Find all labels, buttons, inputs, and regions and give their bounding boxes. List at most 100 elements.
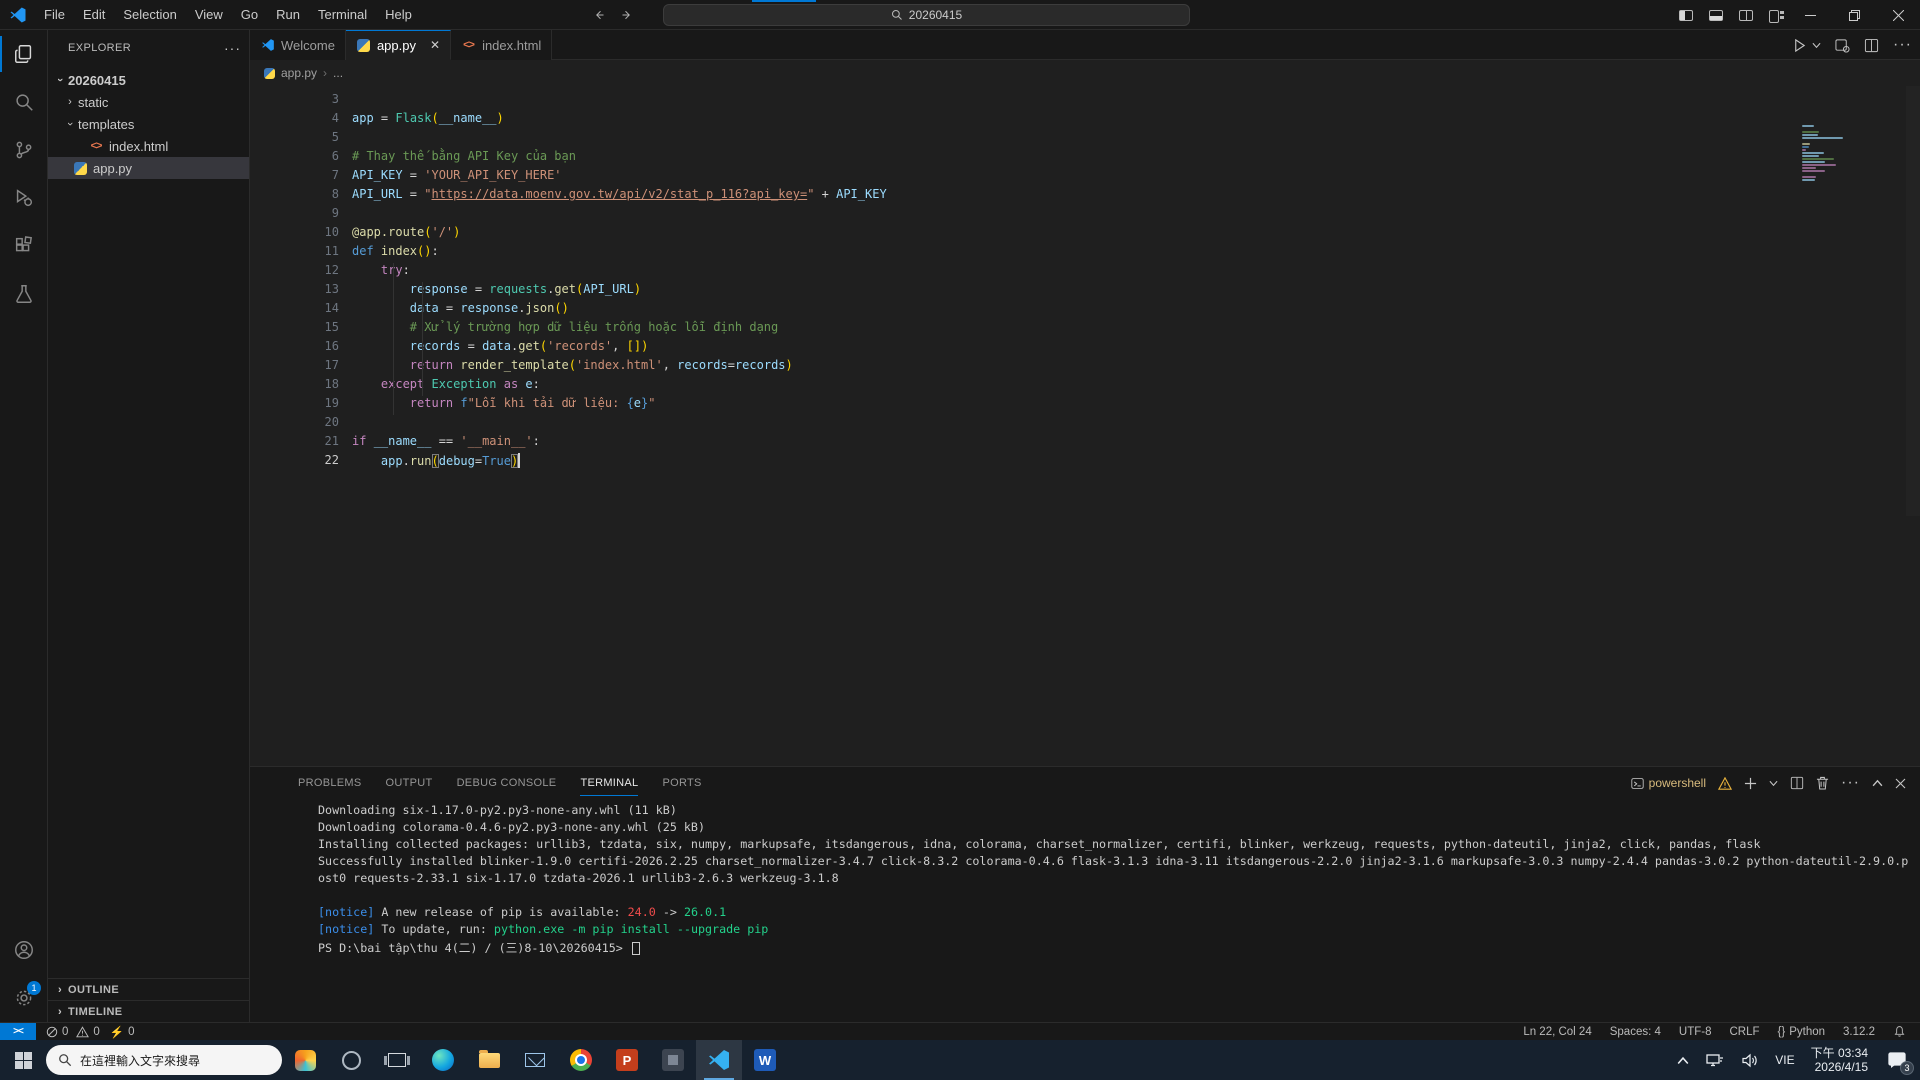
indentation-setting[interactable]: Spaces: 4 [1610,1026,1661,1038]
close-tab-icon[interactable]: ✕ [430,38,440,52]
code-line-12[interactable]: 12 try: [250,263,1920,282]
tree-item-templates[interactable]: › templates [48,113,249,135]
timeline-section[interactable]: › TIMELINE [48,1000,249,1022]
tab-app-py[interactable]: app.py ✕ [345,30,452,60]
panel-more-actions-icon[interactable]: ··· [1841,774,1860,792]
action-center-button[interactable]: 3 [1884,1047,1914,1075]
taskbar-search-input[interactable]: 在這裡輸入文字來搜尋 [46,1045,282,1075]
account-icon[interactable] [0,926,48,974]
panel-tab-debug-console[interactable]: DEBUG CONSOLE [457,771,557,795]
menu-file[interactable]: File [35,0,74,30]
ports-indicator[interactable]: ⚡ 0 [110,1025,135,1039]
maximize-panel-icon[interactable] [1872,779,1883,787]
tree-item-static[interactable]: › static [48,91,249,113]
menu-terminal[interactable]: Terminal [309,0,376,30]
toggle-secondary-sidebar-icon[interactable] [1739,9,1753,21]
tab-welcome[interactable]: Welcome [250,30,346,60]
command-center-search[interactable]: 20260415 [663,4,1190,26]
editor-scrollbar[interactable] [1906,86,1920,516]
customize-layout-icon[interactable] [1769,9,1784,23]
cursor-position[interactable]: Ln 22, Col 24 [1523,1026,1591,1038]
volume-icon[interactable] [1741,1053,1759,1068]
toggle-panel-icon[interactable] [1709,9,1723,21]
terminal-output[interactable]: Downloading six-1.17.0-py2.py3-none-any.… [250,799,1920,956]
kill-terminal-trash-icon[interactable] [1816,776,1829,790]
back-arrow-icon[interactable] [592,9,606,21]
testing-icon[interactable] [0,270,48,318]
menu-help[interactable]: Help [376,0,421,30]
split-terminal-icon[interactable] [1790,776,1804,790]
menu-view[interactable]: View [186,0,232,30]
task-view-icon[interactable] [374,1040,420,1080]
code-line-17[interactable]: 17 return render_template('index.html', … [250,358,1920,377]
start-button[interactable] [0,1040,46,1080]
code-line-16[interactable]: 16 records = data.get('records', []) [250,339,1920,358]
code-line-15[interactable]: 15 # Xử lý trường hợp dữ liệu trống hoặc… [250,320,1920,339]
close-panel-icon[interactable] [1895,778,1906,789]
code-line-11[interactable]: 11 def index(): [250,244,1920,263]
code-line-4[interactable]: 4 app = Flask(__name__) [250,111,1920,130]
tree-root-folder[interactable]: › 20260415 [48,69,249,91]
file-explorer-icon[interactable] [466,1040,512,1080]
extensions-icon[interactable] [0,222,48,270]
menu-run[interactable]: Run [267,0,309,30]
toggle-sidebar-icon[interactable] [1679,9,1693,21]
code-line-22[interactable]: 22 app.run(debug=True) [250,453,1920,472]
explorer-icon[interactable] [0,30,48,78]
code-editor[interactable]: 3 4 app = Flask(__name__) 5 6 # Thay thế bằng… [250,86,1920,766]
panel-tab-problems[interactable]: PROBLEMS [298,771,362,795]
new-terminal-icon[interactable] [1744,777,1757,790]
search-sidebar-icon[interactable] [0,78,48,126]
word-icon[interactable]: W [742,1040,788,1080]
code-line-6[interactable]: 6 # Thay thế bằng API Key của bạn [250,149,1920,168]
run-python-file-icon[interactable] [1792,38,1807,53]
network-icon[interactable] [1705,1052,1725,1068]
terminal-shell-label[interactable]: powershell [1631,776,1706,790]
run-dropdown-chevron-icon[interactable] [1812,42,1821,49]
code-line-19[interactable]: 19 return f"Lỗi khi tải dữ liệu: {e}" [250,396,1920,415]
eol-setting[interactable]: CRLF [1729,1026,1759,1038]
edge-icon[interactable] [420,1040,466,1080]
run-debug-icon[interactable] [0,174,48,222]
code-line-10[interactable]: 10 @app.route('/') [250,225,1920,244]
python-version[interactable]: 3.12.2 [1843,1026,1875,1038]
more-actions-icon[interactable]: ··· [1893,36,1912,54]
widgets-weather-icon[interactable] [282,1040,328,1080]
open-changes-icon[interactable] [1835,38,1850,53]
outline-section[interactable]: › OUTLINE [48,978,249,1000]
code-line-21[interactable]: 21 if __name__ == '__main__': [250,434,1920,453]
code-line-18[interactable]: 18 except Exception as e: [250,377,1920,396]
remote-indicator[interactable]: >< [0,1022,36,1041]
code-line-8[interactable]: 8 API_URL = "https://data.moenv.gov.tw/ap… [250,187,1920,206]
code-line-9[interactable]: 9 [250,206,1920,225]
code-line-14[interactable]: 14 data = response.json() [250,301,1920,320]
tree-item-app-py[interactable]: app.py [48,157,249,179]
forward-arrow-icon[interactable] [620,9,634,21]
split-editor-icon[interactable] [1864,38,1879,53]
taskbar-clock[interactable]: 下午 03:34 2026/4/15 [1811,1046,1868,1074]
explorer-more-actions[interactable]: ··· [224,40,241,56]
mail-icon[interactable] [512,1040,558,1080]
menu-selection[interactable]: Selection [114,0,185,30]
restore-button[interactable] [1832,0,1876,30]
hidden-icons-chevron[interactable] [1677,1056,1689,1065]
breadcrumb[interactable]: app.py › ... [250,60,1920,86]
code-line-7[interactable]: 7 API_KEY = 'YOUR_API_KEY_HERE' [250,168,1920,187]
panel-tab-terminal[interactable]: TERMINAL [580,771,639,796]
generic-app-icon[interactable] [650,1040,696,1080]
terminal-dropdown-icon[interactable] [1769,780,1778,787]
tree-item-index-html[interactable]: <> index.html [48,135,249,157]
problems-indicator[interactable]: 0 0 [46,1026,100,1038]
vscode-taskbar-icon[interactable] [696,1040,742,1080]
tab-index-html[interactable]: <> index.html [451,30,553,60]
settings-gear-icon[interactable]: 1 [0,974,48,1022]
close-window-button[interactable] [1876,0,1920,30]
menu-go[interactable]: Go [232,0,267,30]
source-control-icon[interactable] [0,126,48,174]
minimap[interactable] [1802,122,1898,182]
panel-tab-ports[interactable]: PORTS [662,771,701,795]
language-mode[interactable]: {} Python [1778,1026,1826,1038]
powerpoint-icon[interactable]: P [604,1040,650,1080]
cortana-icon[interactable] [328,1040,374,1080]
encoding-setting[interactable]: UTF-8 [1679,1026,1712,1038]
